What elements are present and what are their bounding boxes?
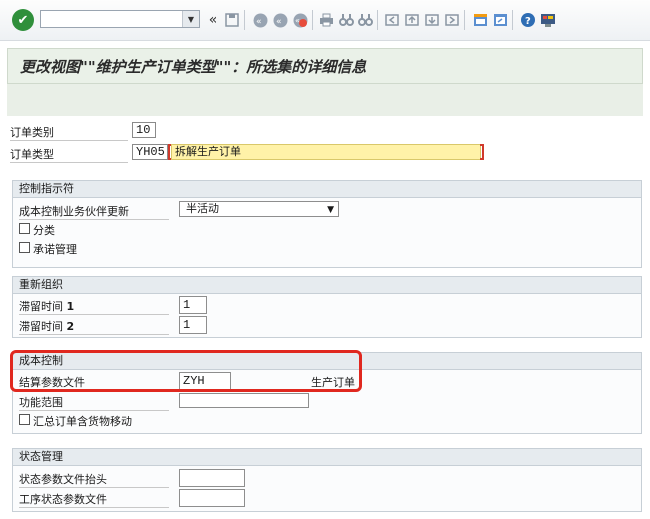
cancel-icon[interactable]: « <box>292 12 308 28</box>
commitment-management-label: 承诺管理 <box>33 243 77 256</box>
co-partner-update-label: 成本控制业务伙伴更新 <box>19 203 169 220</box>
chevron-down-icon[interactable]: ▼ <box>327 203 334 217</box>
command-field[interactable]: ▼ <box>40 10 200 28</box>
order-type-value: YH05 <box>132 144 168 160</box>
create-session-icon[interactable] <box>472 12 488 28</box>
settlement-profile-description: 生产订单 <box>311 376 355 389</box>
settlement-profile-input[interactable]: ZYH <box>179 372 231 390</box>
reorganization-group: 重新组织 滞留时间 1 1 滞留时间 2 1 <box>12 276 642 338</box>
status-management-group: 状态管理 状态参数文件抬头 工序状态参数文件 <box>12 448 642 512</box>
summarize-goods-movements-checkbox[interactable] <box>19 414 30 425</box>
exit-icon[interactable]: « <box>272 12 288 28</box>
svg-text:«: « <box>256 17 262 27</box>
co-partner-update-value: 半活动 <box>186 202 219 215</box>
order-category-label: 订单类别 <box>10 124 128 141</box>
chevron-down-icon[interactable]: ▼ <box>182 11 199 27</box>
status-management-header: 状态管理 <box>13 449 641 466</box>
control-indicators-header: 控制指示符 <box>13 181 641 198</box>
functional-area-input[interactable] <box>179 393 309 408</box>
svg-text:«: « <box>276 17 282 27</box>
order-type-label: 订单类型 <box>10 146 128 163</box>
prev-page-icon[interactable] <box>404 12 420 28</box>
summarize-goods-movements-label: 汇总订单含货物移动 <box>33 415 132 428</box>
toolbar-separator <box>312 10 313 30</box>
back-nav-icon[interactable]: « <box>252 12 268 28</box>
toolbar-separator <box>512 10 513 30</box>
customize-layout-icon[interactable] <box>540 12 556 28</box>
settlement-profile-label: 结算参数文件 <box>19 374 169 391</box>
status-profile-header-label: 状态参数文件抬头 <box>19 471 169 488</box>
residence-time-2-text: 滞留时间 <box>19 320 63 333</box>
last-page-icon[interactable] <box>444 12 460 28</box>
page-title: 更改视图""维护生产订单类型""：所选集的详细信息 <box>20 58 367 76</box>
find-next-icon[interactable] <box>357 12 373 28</box>
control-indicators-group: 控制指示符 成本控制业务伙伴更新 半活动 ▼ 分类 承诺管理 <box>12 180 642 268</box>
cost-control-header: 成本控制 <box>13 353 641 370</box>
residence-time-2-input[interactable]: 1 <box>179 316 207 334</box>
residence-time-2-num: 2 <box>66 320 75 333</box>
commitment-management-checkbox[interactable] <box>19 242 30 253</box>
toolbar-separator <box>377 10 378 30</box>
co-partner-update-select[interactable]: 半活动 ▼ <box>179 201 339 217</box>
help-icon[interactable]: ? <box>520 12 536 28</box>
first-page-icon[interactable] <box>384 12 400 28</box>
functional-area-label: 功能范围 <box>19 394 169 411</box>
svg-text:?: ? <box>525 16 531 27</box>
shortcut-icon[interactable] <box>492 12 508 28</box>
residence-time-1-label: 滞留时间 1 <box>19 298 169 315</box>
classification-checkbox[interactable] <box>19 223 30 234</box>
operation-status-profile-label: 工序状态参数文件 <box>19 491 169 508</box>
application-toolbar-area <box>7 84 643 116</box>
screen-title-bar: 更改视图""维护生产订单类型""：所选集的详细信息 <box>7 48 643 84</box>
classification-label: 分类 <box>33 224 55 237</box>
order-type-description-field[interactable]: 拆解生产订单 <box>171 144 481 160</box>
required-bracket-right <box>480 144 484 160</box>
residence-time-2-label: 滞留时间 2 <box>19 318 169 335</box>
application-toolbar: ✔ ▼ « « « « ? <box>0 0 650 41</box>
toolbar-separator <box>244 10 245 30</box>
back-icon[interactable]: « <box>205 12 221 28</box>
save-icon[interactable] <box>224 12 240 28</box>
residence-time-1-input[interactable]: 1 <box>179 296 207 314</box>
order-category-value: 10 <box>132 122 156 138</box>
operation-status-profile-input[interactable] <box>179 489 245 507</box>
find-icon[interactable] <box>338 12 354 28</box>
next-page-icon[interactable] <box>424 12 440 28</box>
check-icon[interactable]: ✔ <box>12 9 34 31</box>
toolbar-separator <box>464 10 465 30</box>
cost-control-group: 成本控制 结算参数文件 ZYH 生产订单 功能范围 汇总订单含货物移动 <box>12 352 642 434</box>
status-profile-header-input[interactable] <box>179 469 245 487</box>
residence-time-1-num: 1 <box>66 300 75 313</box>
svg-text:«: « <box>295 16 300 25</box>
print-icon[interactable] <box>318 12 334 28</box>
reorganization-header: 重新组织 <box>13 277 641 294</box>
residence-time-1-text: 滞留时间 <box>19 300 63 313</box>
